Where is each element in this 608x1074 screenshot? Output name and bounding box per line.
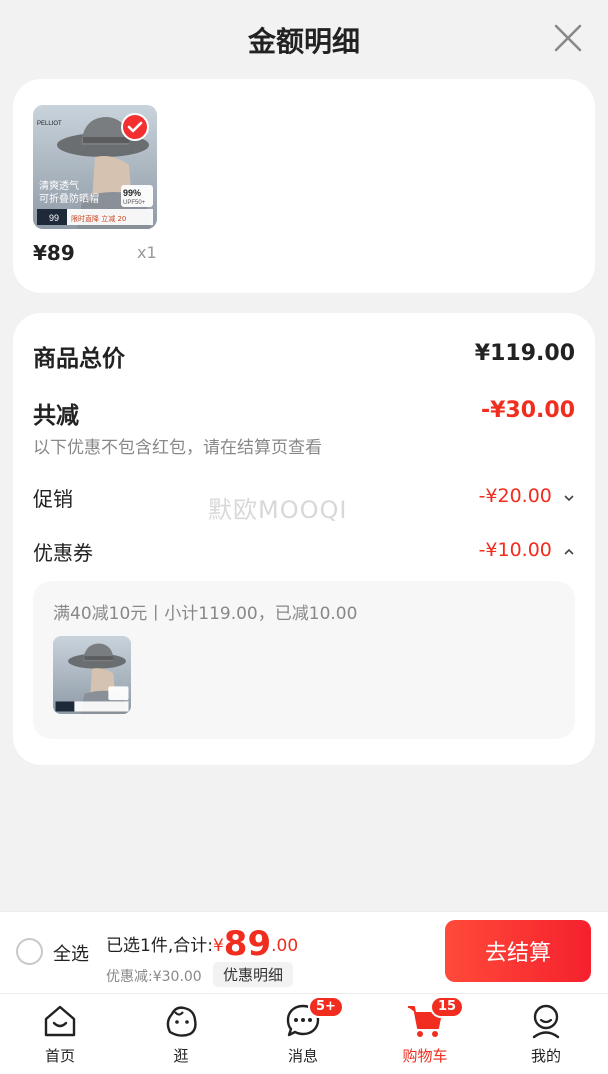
product-quantity: x1 bbox=[137, 243, 157, 262]
discount-detail-button[interactable]: 优惠明细 bbox=[213, 962, 294, 987]
image-promo: 限时直降 立减 20 bbox=[71, 214, 126, 223]
image-badge-upf: UPF50+ bbox=[123, 200, 146, 206]
tab-profile[interactable]: 我的 bbox=[496, 994, 596, 1074]
tab-label: 首页 bbox=[44, 1047, 75, 1065]
image-text-line2: 可折叠防晒帽 bbox=[39, 192, 99, 205]
promo-label: 促销 bbox=[33, 487, 73, 511]
header: 金额明细 bbox=[0, 0, 608, 80]
select-all-label[interactable]: 全选 bbox=[53, 940, 89, 966]
profile-icon bbox=[532, 1004, 560, 1039]
home-icon bbox=[44, 1005, 76, 1037]
product-card: 99 限时直降 立减 20 清爽透气 可折叠防晒帽 99% UPF50+ PEL… bbox=[13, 79, 595, 293]
reduce-value: -¥30.00 bbox=[480, 398, 575, 423]
chevron-down-icon[interactable] bbox=[563, 492, 575, 504]
total-summary: 已选1件,合计:¥89.00 bbox=[106, 924, 298, 964]
reduce-note: 以下优惠不包含红包，请在结算页查看 bbox=[33, 438, 322, 458]
chevron-up-icon[interactable] bbox=[563, 546, 575, 558]
close-button[interactable] bbox=[552, 22, 584, 54]
coupon-detail-text: 满40减10元丨小计119.00，已减10.00 bbox=[53, 604, 358, 624]
total-row: 商品总价 ¥119.00 bbox=[33, 339, 575, 373]
tab-explore[interactable]: 逛 bbox=[131, 994, 231, 1074]
total-value: ¥119.00 bbox=[474, 341, 575, 366]
coupon-label: 优惠券 bbox=[33, 541, 93, 565]
explore-icon bbox=[166, 1006, 197, 1037]
tab-label: 逛 bbox=[173, 1047, 189, 1065]
cart-badge: 15 bbox=[430, 996, 465, 1018]
reduce-row: 共减 -¥30.00 bbox=[33, 396, 575, 430]
tab-label: 我的 bbox=[530, 1047, 561, 1065]
discount-summary: 优惠减:¥30.00 bbox=[106, 969, 202, 985]
checkout-button[interactable]: 去结算 bbox=[445, 920, 591, 982]
image-text-line1: 清爽透气 bbox=[39, 179, 79, 192]
summary-amount-int: 89 bbox=[223, 924, 272, 964]
summary-amount-dec: .00 bbox=[271, 936, 299, 956]
image-price: 99 bbox=[49, 213, 59, 223]
bottom-tab-bar: 首页 逛 5+ 消息 15 购物车 我的 bbox=[0, 993, 608, 1074]
check-icon bbox=[127, 121, 143, 133]
promo-value: -¥20.00 bbox=[478, 485, 552, 507]
reduce-note-row: 以下优惠不包含红包，请在结算页查看 bbox=[33, 433, 575, 459]
select-all-checkbox[interactable] bbox=[16, 938, 43, 965]
tab-label: 购物车 bbox=[402, 1047, 448, 1065]
price-detail-card: 商品总价 ¥119.00 共减 -¥30.00 以下优惠不包含红包，请在结算页查… bbox=[13, 313, 595, 765]
coupon-product-image[interactable] bbox=[53, 636, 131, 714]
tab-label: 消息 bbox=[287, 1047, 318, 1065]
coupon-detail-box: 满40减10元丨小计119.00，已减10.00 bbox=[33, 581, 575, 739]
checkout-bar: 全选 已选1件,合计:¥89.00 优惠减:¥30.00 优惠明细 去结算 bbox=[0, 911, 608, 993]
reduce-label: 共减 bbox=[33, 403, 79, 429]
coupon-row[interactable]: 优惠券 -¥10.00 bbox=[33, 537, 575, 569]
summary-prefix: 已选1件,合计: bbox=[106, 936, 213, 956]
selected-check-badge bbox=[121, 113, 149, 141]
total-label: 商品总价 bbox=[33, 346, 125, 372]
coupon-value: -¥10.00 bbox=[478, 539, 552, 561]
tab-home[interactable]: 首页 bbox=[10, 994, 110, 1074]
summary-yuan: ¥ bbox=[212, 936, 224, 956]
message-badge: 5+ bbox=[308, 996, 344, 1018]
product-price: ¥89 bbox=[33, 241, 75, 265]
image-badge-pct: 99% bbox=[123, 188, 141, 198]
page-title: 金额明细 bbox=[247, 25, 360, 58]
close-icon[interactable] bbox=[552, 22, 584, 54]
tab-cart[interactable]: 15 购物车 bbox=[375, 994, 475, 1074]
tab-messages[interactable]: 5+ 消息 bbox=[253, 994, 353, 1074]
watermark: 默欧MOOQI bbox=[208, 496, 348, 524]
image-brand: PELLIOT bbox=[37, 121, 62, 127]
